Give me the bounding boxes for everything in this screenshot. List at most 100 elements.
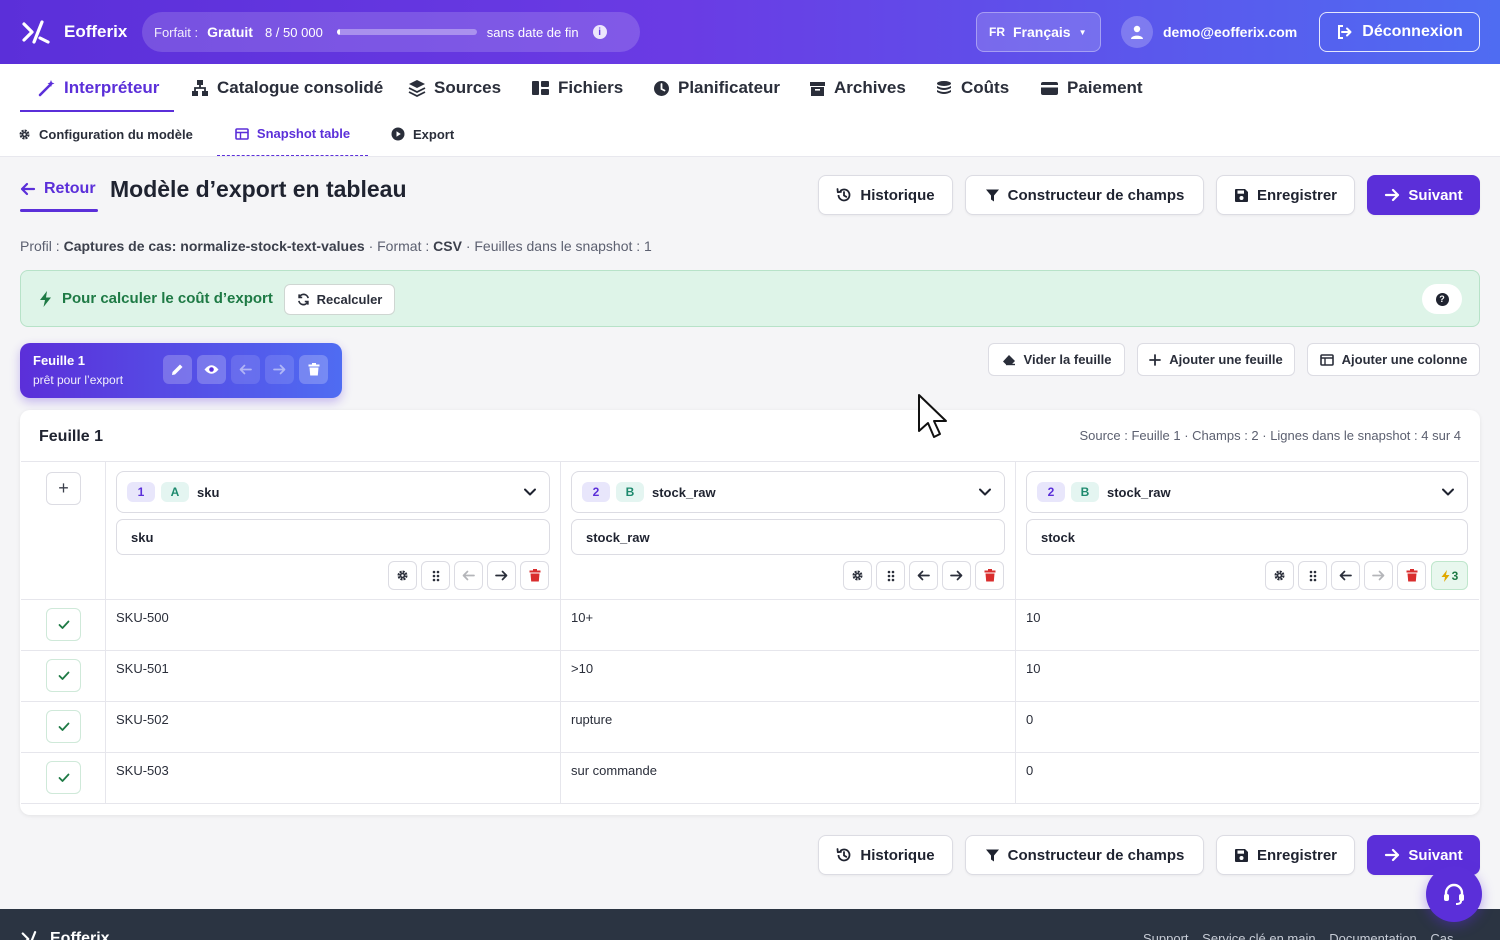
row-include-toggle[interactable] <box>46 608 81 641</box>
move-column-right-button[interactable] <box>942 561 971 590</box>
next-button[interactable]: Suivant <box>1367 175 1480 215</box>
column-settings-button[interactable] <box>1265 561 1294 590</box>
brand[interactable]: Eofferix <box>20 18 127 46</box>
save-label: Enregistrer <box>1256 186 1338 204</box>
column-settings-button[interactable] <box>843 561 872 590</box>
arrow-right-icon <box>1372 570 1385 581</box>
help-button[interactable]: ? <box>1422 284 1462 314</box>
column-drag-handle[interactable] <box>876 561 905 590</box>
user-menu[interactable]: demo@eofferix.com <box>1121 16 1297 48</box>
arrow-right-icon <box>950 570 963 581</box>
magic-wand-icon <box>38 80 55 97</box>
column-settings-button[interactable] <box>388 561 417 590</box>
sheet-chip[interactable]: Feuille 1 prêt pour l’export <box>20 343 342 398</box>
snapshot-grid: + 1 A sku sku 2 B stock_raw stock_raw 2 … <box>21 461 1479 804</box>
nav-item-fichiers[interactable]: Fichiers <box>531 64 623 112</box>
user-email: demo@eofferix.com <box>1163 24 1298 40</box>
column-drag-handle[interactable] <box>421 561 450 590</box>
move-column-right-button[interactable] <box>487 561 516 590</box>
column-name-input[interactable]: stock <box>1026 519 1468 555</box>
move-sheet-left-button[interactable] <box>231 355 260 384</box>
delete-column-button[interactable] <box>975 561 1004 590</box>
history-label: Historique <box>860 186 935 204</box>
grip-icon <box>1309 570 1316 581</box>
save-button[interactable]: Enregistrer <box>1216 175 1355 215</box>
move-column-left-button[interactable] <box>909 561 938 590</box>
arrow-right-icon <box>273 364 286 375</box>
footer-link-service[interactable]: Service clé en main <box>1202 931 1315 940</box>
arrow-right-icon <box>1385 848 1400 862</box>
check-icon <box>58 620 69 629</box>
preview-sheet-button[interactable] <box>197 355 226 384</box>
info-icon[interactable]: i <box>592 25 607 39</box>
column-source-select[interactable]: 2 B stock_raw <box>571 471 1005 513</box>
footer-link-support[interactable]: Support <box>1143 931 1189 940</box>
move-column-left-button[interactable] <box>454 561 483 590</box>
move-column-right-button[interactable] <box>1364 561 1393 590</box>
column-name-input[interactable]: sku <box>116 519 550 555</box>
nav-item-catalogue[interactable]: Catalogue consolidé <box>191 64 383 112</box>
footer-link-cas[interactable]: Cas <box>1430 931 1453 940</box>
language-code: FR <box>989 25 1005 39</box>
row-include-toggle[interactable] <box>46 659 81 692</box>
add-sheet-label: Ajouter une feuille <box>1169 352 1283 367</box>
add-column-plus-button[interactable]: + <box>46 472 81 505</box>
column-source-select[interactable]: 2 B stock_raw <box>1026 471 1468 513</box>
field-builder-button[interactable]: Constructeur de champs <box>965 175 1204 215</box>
table-icon <box>235 127 249 140</box>
pencil-icon <box>172 364 183 375</box>
back-link[interactable]: Retour <box>20 180 96 198</box>
language-select[interactable]: FR Français ▼ <box>976 12 1101 52</box>
recalculate-button[interactable]: Recalculer <box>284 284 395 315</box>
trash-icon <box>529 569 540 582</box>
plan-pill[interactable]: Forfait : Gratuit 8 / 50 000 sans date d… <box>142 12 640 52</box>
field-builder-button-bottom[interactable]: Constructeur de champs <box>965 835 1204 875</box>
plan-usage: 8 / 50 000 <box>264 24 323 40</box>
profile-label: Profil : <box>20 238 60 254</box>
support-chat-button[interactable] <box>1426 866 1482 922</box>
plan-usage-bar <box>336 29 477 35</box>
logout-label: Déconnexion <box>1362 23 1463 40</box>
logout-button[interactable]: Déconnexion <box>1319 12 1480 52</box>
row-include-toggle[interactable] <box>46 710 81 743</box>
clear-sheet-button[interactable]: Vider la feuille <box>988 343 1125 376</box>
history-button-bottom[interactable]: Historique <box>818 835 953 875</box>
add-sheet-button[interactable]: Ajouter une feuille <box>1137 343 1295 376</box>
move-column-left-button[interactable] <box>1331 561 1360 590</box>
table-cell: 0 <box>1026 763 1034 778</box>
nav-item-sources[interactable]: Sources <box>408 64 501 112</box>
nav-item-paiement[interactable]: Paiement <box>1040 64 1143 112</box>
add-column-button[interactable]: Ajouter une colonne <box>1307 343 1480 376</box>
nav-item-interpreteur[interactable]: Interpréteur <box>38 64 159 112</box>
column-source-select[interactable]: 1 A sku <box>116 471 550 513</box>
table-cell: >10 <box>571 661 594 676</box>
footer-link-documentation[interactable]: Documentation <box>1329 931 1416 940</box>
history-button[interactable]: Historique <box>818 175 953 215</box>
tab-export[interactable]: Export <box>391 112 454 156</box>
delete-column-button[interactable] <box>520 561 549 590</box>
grip-icon <box>432 570 439 581</box>
column-drag-handle[interactable] <box>1298 561 1327 590</box>
nav-item-couts[interactable]: Coûts <box>935 64 1009 112</box>
nav-item-archives[interactable]: Archives <box>809 64 906 112</box>
delete-sheet-button[interactable] <box>299 355 328 384</box>
move-sheet-right-button[interactable] <box>265 355 294 384</box>
row-divider <box>21 752 1479 753</box>
column-name-input[interactable]: stock_raw <box>571 519 1005 555</box>
plan-no-end: sans date de fin <box>486 24 579 40</box>
footer-links: Support Service clé en main Documentatio… <box>1143 931 1463 940</box>
layers-icon <box>408 80 426 97</box>
arrow-left-icon <box>1339 570 1352 581</box>
tab-configuration[interactable]: Configuration du modèle <box>18 112 193 156</box>
row-include-toggle[interactable] <box>46 761 81 794</box>
nav-label: Archives <box>834 78 906 97</box>
user-avatar-icon <box>1121 16 1153 48</box>
rename-sheet-button[interactable] <box>163 355 192 384</box>
save-button-bottom[interactable]: Enregistrer <box>1216 835 1355 875</box>
transform-rules-badge[interactable]: 3 <box>1431 561 1468 590</box>
delete-column-button[interactable] <box>1397 561 1426 590</box>
tab-snapshot-table[interactable]: Snapshot table <box>217 112 368 156</box>
nav-item-planificateur[interactable]: Planificateur <box>653 64 780 112</box>
footer-brand[interactable]: Eofferix <box>20 929 110 940</box>
sitemap-icon <box>192 80 208 96</box>
